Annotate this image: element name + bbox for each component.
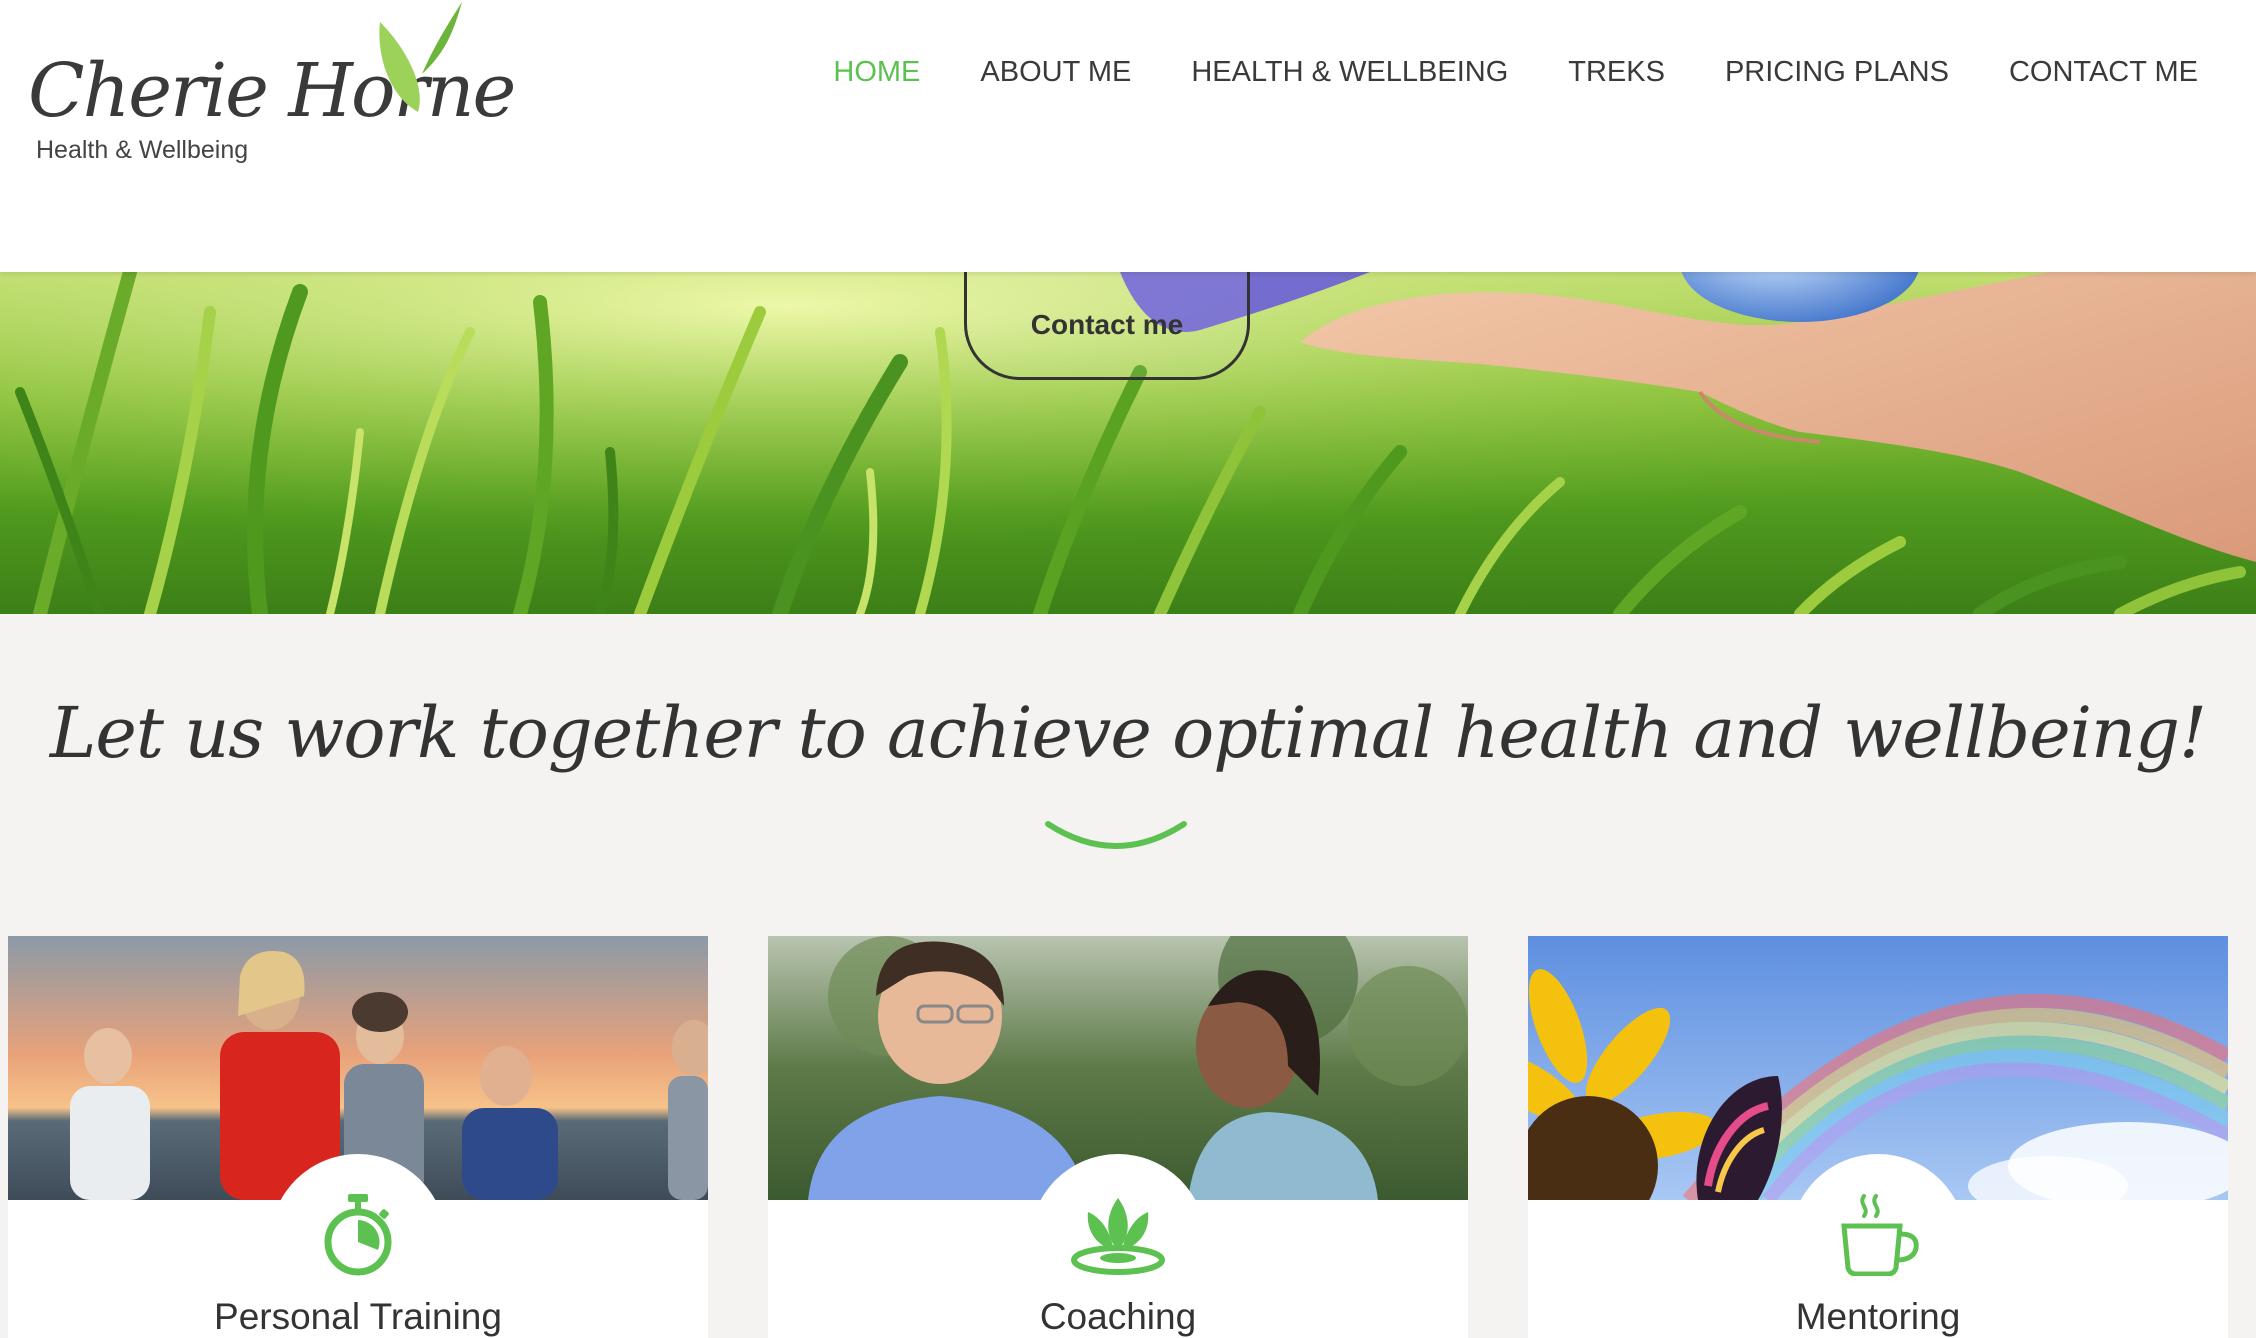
nav-about-me[interactable]: ABOUT ME bbox=[980, 56, 1131, 89]
nav-contact-me[interactable]: CONTACT ME bbox=[2009, 56, 2198, 89]
main-nav: HOME ABOUT ME HEALTH & WELLBEING TREKS P… bbox=[833, 56, 2198, 89]
contact-me-button[interactable]: Contact me bbox=[964, 272, 1250, 380]
coffee-cup-icon bbox=[1841, 1194, 1919, 1276]
page-heading: Let us work together to achieve optimal … bbox=[49, 692, 2207, 774]
nav-treks[interactable]: TREKS bbox=[1568, 56, 1665, 89]
nav-home[interactable]: HOME bbox=[833, 56, 920, 89]
card-personal-training[interactable]: Personal Training bbox=[8, 936, 708, 1338]
card-coaching[interactable]: Coaching bbox=[768, 936, 1468, 1338]
site-logo[interactable]: Cherie Horne Health & Wellbeing bbox=[28, 0, 516, 180]
card-title: Mentoring bbox=[1795, 1296, 1961, 1337]
card-title: Personal Training bbox=[214, 1296, 502, 1337]
lotus-icon bbox=[1071, 1198, 1165, 1275]
site-header: Cherie Horne Health & Wellbeing HOME ABO… bbox=[0, 0, 2256, 272]
logo-tagline: Health & Wellbeing bbox=[36, 136, 249, 164]
nav-pricing-plans[interactable]: PRICING PLANS bbox=[1725, 56, 1949, 89]
stopwatch-icon bbox=[324, 1194, 392, 1276]
smile-divider-icon bbox=[1045, 821, 1187, 849]
card-mentoring[interactable]: Mentoring bbox=[1528, 936, 2228, 1338]
nav-health-wellbeing[interactable]: HEALTH & WELLBEING bbox=[1191, 56, 1508, 89]
leaf-logo-icon bbox=[379, 2, 462, 112]
hero-banner: Contact me bbox=[0, 272, 2256, 614]
card-title: Coaching bbox=[1039, 1296, 1197, 1337]
